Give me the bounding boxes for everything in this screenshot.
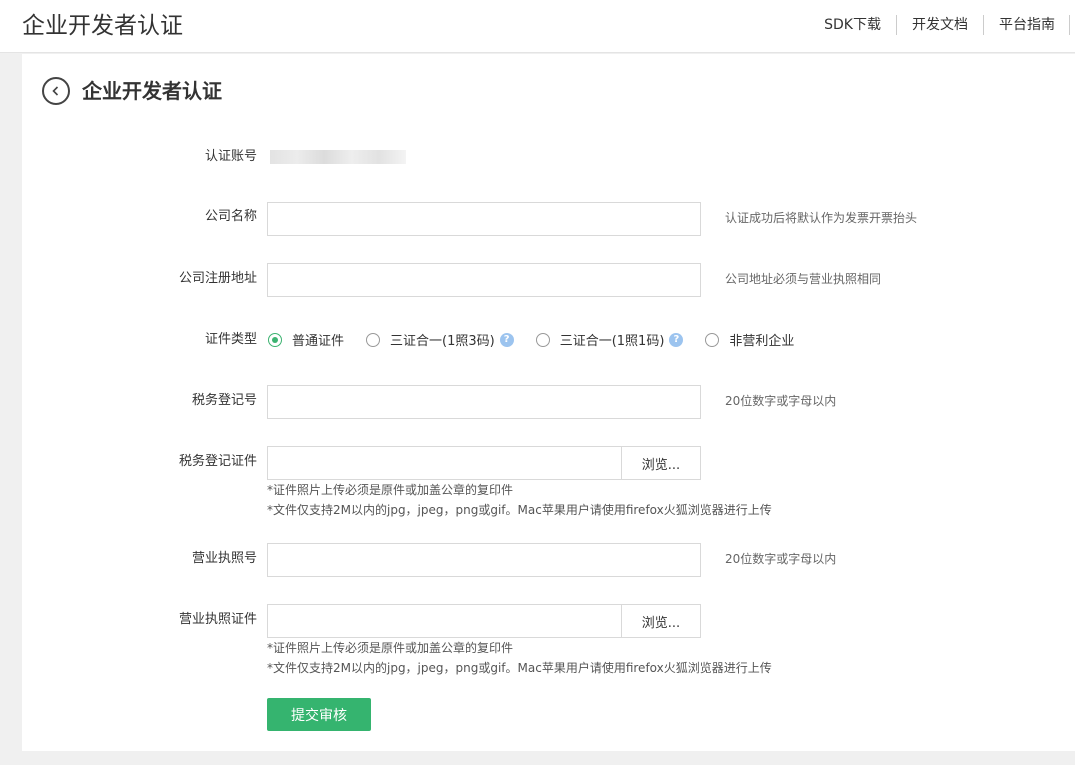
radio-three-in-one-1code[interactable]: 三证合一(1照1码) ? (535, 330, 684, 349)
help-icon[interactable]: ? (669, 332, 684, 347)
license-cert-file-field[interactable] (268, 605, 622, 637)
tax-cert-file-field[interactable] (268, 447, 622, 479)
tax-cert-note-1: *证件照片上传必须是原件或加盖公章的复印件 (267, 483, 514, 497)
radio-label: 三证合一(1照3码) (390, 334, 495, 349)
license-no-input[interactable] (267, 543, 701, 577)
license-no-hint: 20位数字或字母以内 (725, 552, 837, 566)
radio-label: 普通证件 (292, 334, 345, 349)
radio-label: 三证合一(1照1码) (559, 334, 665, 349)
license-cert-label: 营业执照证件 (178, 612, 257, 627)
page-title: 企业开发者认证 (82, 79, 222, 103)
radio-unchecked-icon (366, 332, 381, 347)
account-value-redacted (270, 150, 406, 164)
company-address-input[interactable] (267, 263, 701, 297)
license-cert-upload: 浏览... (267, 604, 701, 638)
radio-normal-cert[interactable]: 普通证件 (268, 330, 344, 349)
radio-unchecked-icon (535, 332, 550, 347)
company-address-label: 公司注册地址 (178, 271, 257, 286)
site-title: 企业开发者认证 (22, 13, 183, 39)
submit-review-button[interactable]: 提交审核 (267, 698, 371, 731)
account-label: 认证账号 (204, 149, 257, 164)
nav-sdk-download[interactable]: SDK下载 (809, 15, 897, 35)
company-name-label: 公司名称 (204, 209, 257, 224)
top-nav: SDK下载 开发文档 平台指南 (809, 15, 1070, 35)
tax-no-input[interactable] (267, 385, 701, 419)
company-name-hint: 认证成功后将默认作为发票开票抬头 (725, 211, 918, 225)
radio-non-profit[interactable]: 非营利企业 (705, 330, 794, 349)
tax-cert-browse-button[interactable]: 浏览... (622, 447, 700, 479)
license-no-label: 营业执照号 (191, 551, 257, 566)
license-cert-note-1: *证件照片上传必须是原件或加盖公章的复印件 (267, 641, 514, 655)
back-button[interactable] (42, 77, 70, 105)
radio-three-in-one-3code[interactable]: 三证合一(1照3码) ? (366, 330, 514, 349)
cert-type-label: 证件类型 (204, 332, 257, 347)
tax-cert-upload: 浏览... (267, 446, 701, 480)
tax-no-hint: 20位数字或字母以内 (725, 394, 837, 408)
tax-cert-note-2: *文件仅支持2M以内的jpg，jpeg，png或gif。Mac苹果用户请使用fi… (267, 503, 772, 517)
nav-dev-docs[interactable]: 开发文档 (897, 15, 984, 35)
license-cert-note-2: *文件仅支持2M以内的jpg，jpeg，png或gif。Mac苹果用户请使用fi… (267, 661, 772, 675)
license-cert-browse-button[interactable]: 浏览... (622, 605, 700, 637)
radio-label: 非营利企业 (729, 334, 795, 349)
company-name-input[interactable] (267, 202, 701, 236)
main-panel: 企业开发者认证 认证账号 公司名称 认证成功后将默认作为发票开票抬头 公司注册地… (22, 54, 1075, 751)
radio-checked-icon (268, 332, 282, 347)
tax-cert-label: 税务登记证件 (178, 454, 257, 469)
nav-platform-guide[interactable]: 平台指南 (984, 15, 1070, 35)
help-icon[interactable]: ? (499, 332, 514, 347)
company-address-hint: 公司地址必须与营业执照相同 (725, 272, 882, 286)
top-bar: 企业开发者认证 SDK下载 开发文档 平台指南 (0, 0, 1075, 53)
tax-no-label: 税务登记号 (191, 393, 257, 408)
cert-type-radio-group: 普通证件 三证合一(1照3码) ? 三证合一(1照1码) ? 非营利企业 (268, 330, 816, 349)
radio-unchecked-icon (705, 332, 720, 347)
